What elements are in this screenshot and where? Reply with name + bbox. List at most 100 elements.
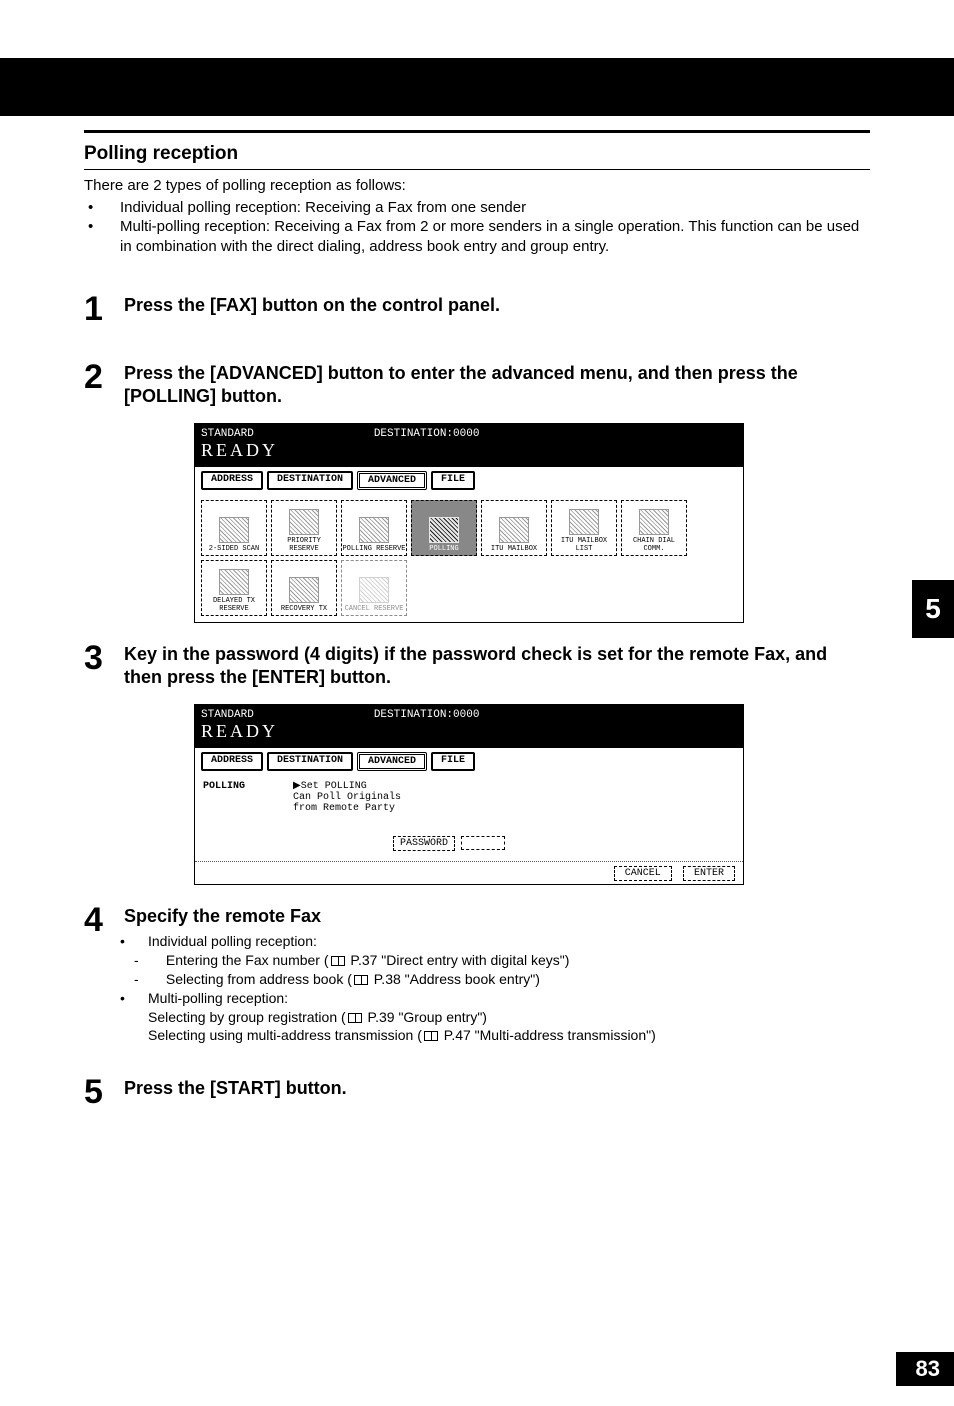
sub-plain: Selecting using multi-address transmissi…: [130, 1026, 870, 1045]
step-title: Press the [ADVANCED] button to enter the…: [124, 362, 870, 409]
lcd-mode-label: POLLING: [203, 781, 245, 792]
lcd-header: STANDARD DESTINATION:0000 READY: [195, 705, 743, 748]
lcd-button-grid: 2-SIDED SCAN PRIORITY RESERVE POLLING RE…: [195, 494, 743, 622]
password-input[interactable]: [461, 836, 505, 850]
lcd-footer: CANCEL ENTER: [195, 861, 743, 884]
btn-label: CANCEL RESERVE: [345, 605, 404, 613]
step-subtext: Individual polling reception: Entering t…: [124, 932, 870, 1045]
step-3: 3 Key in the password (4 digits) if the …: [84, 641, 870, 690]
cancel-button[interactable]: CANCEL: [614, 866, 672, 881]
lcd-screenshot-advanced: STANDARD DESTINATION:0000 READY ADDRESS …: [194, 423, 744, 623]
tab-advanced[interactable]: ADVANCED: [357, 471, 427, 490]
step-5: 5 Press the [START] button.: [84, 1075, 870, 1109]
lcd-destination: DESTINATION:0000: [374, 428, 480, 440]
book-icon: [331, 956, 345, 966]
step-title: Press the [FAX] button on the control pa…: [124, 294, 870, 317]
sub-dash: Selecting from address book ( P.38 "Addr…: [130, 970, 870, 989]
tab-advanced[interactable]: ADVANCED: [357, 752, 427, 771]
password-button[interactable]: PASSWORD: [393, 836, 455, 851]
lcd-instruction-text: ▶Set POLLING Can Poll Originals from Rem…: [293, 781, 735, 814]
tab-address[interactable]: ADDRESS: [201, 752, 263, 771]
sub-plain: Selecting by group registration ( P.39 "…: [130, 1008, 870, 1027]
lcd-line: ▶Set POLLING: [293, 781, 735, 792]
tab-file[interactable]: FILE: [431, 471, 475, 490]
btn-label: ITU MAILBOX LIST: [552, 537, 616, 553]
clock-icon: [219, 569, 249, 595]
sub-bullet: Multi-polling reception:: [130, 989, 870, 1008]
btn-label: CHAIN DIAL COMM.: [622, 537, 686, 553]
chapter-tab: 5: [912, 580, 954, 638]
btn-2sided-scan[interactable]: 2-SIDED SCAN: [201, 500, 267, 556]
book-icon: [348, 1013, 362, 1023]
lcd-ready: READY: [201, 440, 737, 461]
text-run: P.37 "Direct entry with digital keys"): [347, 952, 570, 968]
btn-label: 2-SIDED SCAN: [209, 545, 259, 553]
heading-underline: [84, 169, 870, 170]
priority-icon: [289, 509, 319, 535]
step-2: 2 Press the [ADVANCED] button to enter t…: [84, 360, 870, 409]
mailbox-list-icon: [569, 509, 599, 535]
text-run: Entering the Fax number (: [166, 952, 329, 968]
enter-button[interactable]: ENTER: [683, 866, 735, 881]
lcd-password-row: PASSWORD: [393, 836, 735, 851]
intro-text: There are 2 types of polling reception a…: [84, 176, 870, 196]
step-number: 5: [84, 1075, 124, 1109]
lcd-tabs: ADDRESS DESTINATION ADVANCED FILE: [195, 467, 743, 494]
lcd-mode: STANDARD: [201, 428, 254, 440]
section-heading: Polling reception: [84, 143, 870, 165]
page-number: 83: [896, 1352, 954, 1386]
intro-bullet: Multi-polling reception: Receiving a Fax…: [90, 217, 870, 256]
btn-label: POLLING: [429, 545, 458, 553]
text-run: Selecting by group registration (: [148, 1009, 346, 1025]
btn-polling-reserve[interactable]: POLLING RESERVE: [341, 500, 407, 556]
btn-itu-mailbox-list[interactable]: ITU MAILBOX LIST: [551, 500, 617, 556]
cancel-icon: [359, 577, 389, 603]
chain-dial-icon: [639, 509, 669, 535]
btn-cancel-reserve[interactable]: CANCEL RESERVE: [341, 560, 407, 616]
recovery-icon: [289, 577, 319, 603]
sub-bullet: Individual polling reception:: [130, 932, 870, 951]
text-run: P.38 "Address book entry"): [370, 971, 540, 987]
lcd-body: POLLING ▶Set POLLING Can Poll Originals …: [195, 775, 743, 861]
btn-label: DELAYED TX RESERVE: [202, 597, 266, 613]
btn-label: RECOVERY TX: [281, 605, 327, 613]
tab-address[interactable]: ADDRESS: [201, 471, 263, 490]
sub-dash: Entering the Fax number ( P.37 "Direct e…: [130, 951, 870, 970]
btn-label: ITU MAILBOX: [491, 545, 537, 553]
step-1: 1 Press the [FAX] button on the control …: [84, 292, 870, 326]
btn-polling[interactable]: POLLING: [411, 500, 477, 556]
book-icon: [424, 1031, 438, 1041]
intro-bullet-list: Individual polling reception: Receiving …: [84, 198, 870, 257]
polling-reserve-icon: [359, 517, 389, 543]
step-title: Press the [START] button.: [124, 1077, 870, 1100]
book-icon: [354, 975, 368, 985]
text-run: P.47 "Multi-address transmission"): [440, 1027, 656, 1043]
tab-file[interactable]: FILE: [431, 752, 475, 771]
text-run: Selecting from address book (: [166, 971, 352, 987]
btn-priority-reserve[interactable]: PRIORITY RESERVE: [271, 500, 337, 556]
step-number: 1: [84, 292, 124, 326]
scan-icon: [219, 517, 249, 543]
btn-recovery-tx[interactable]: RECOVERY TX: [271, 560, 337, 616]
btn-label: POLLING RESERVE: [342, 545, 405, 553]
btn-delayed-tx[interactable]: DELAYED TX RESERVE: [201, 560, 267, 616]
lcd-mode: STANDARD: [201, 709, 254, 721]
header-black-band: [0, 58, 954, 116]
text-run: Selecting using multi-address transmissi…: [148, 1027, 422, 1043]
btn-itu-mailbox[interactable]: ITU MAILBOX: [481, 500, 547, 556]
btn-chain-dial[interactable]: CHAIN DIAL COMM.: [621, 500, 687, 556]
tab-destination[interactable]: DESTINATION: [267, 752, 353, 771]
step-title: Specify the remote Fax: [124, 905, 870, 928]
page-content: Polling reception There are 2 types of p…: [0, 116, 954, 1109]
intro-bullet: Individual polling reception: Receiving …: [90, 198, 870, 218]
step-number: 3: [84, 641, 124, 675]
step-number: 4: [84, 903, 124, 937]
tab-destination[interactable]: DESTINATION: [267, 471, 353, 490]
step-title: Key in the password (4 digits) if the pa…: [124, 643, 870, 690]
text-run: P.39 "Group entry"): [364, 1009, 487, 1025]
step-number: 2: [84, 360, 124, 394]
lcd-line: Can Poll Originals: [293, 792, 735, 803]
mailbox-icon: [499, 517, 529, 543]
polling-icon: [429, 517, 459, 543]
lcd-screenshot-polling: STANDARD DESTINATION:0000 READY ADDRESS …: [194, 704, 744, 885]
